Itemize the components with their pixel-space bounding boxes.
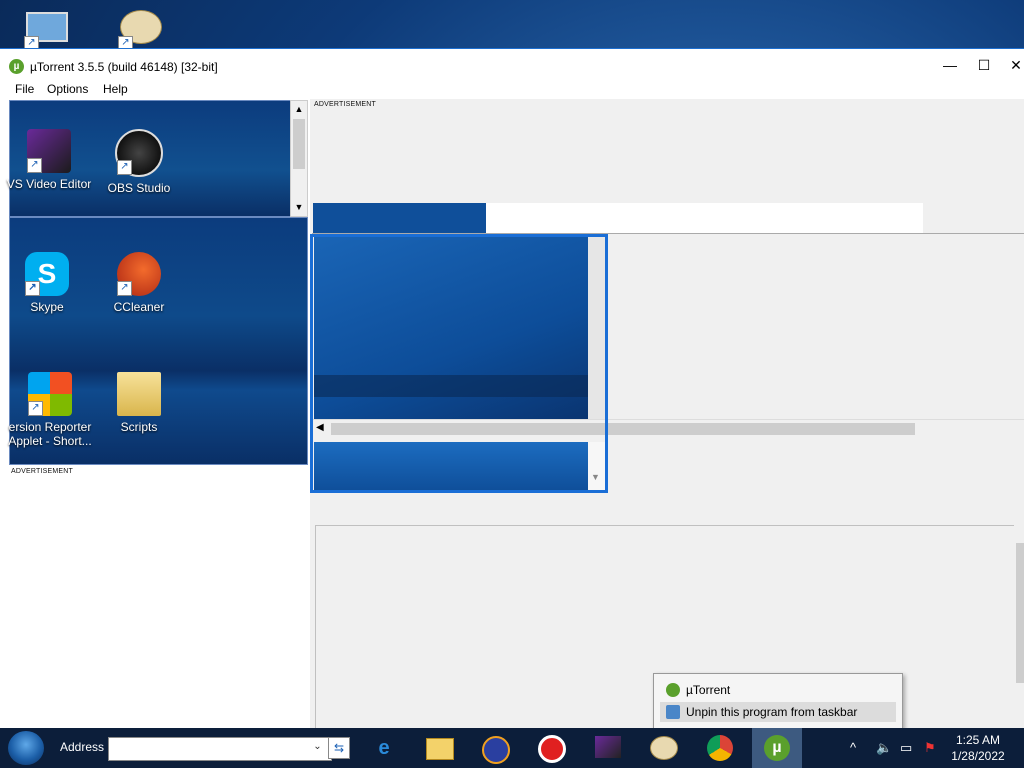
internet-explorer-icon[interactable]: e: [368, 732, 400, 764]
advertisement-label-left: ADVERTISEMENT: [11, 468, 73, 475]
address-input[interactable]: [108, 737, 332, 761]
volume-icon[interactable]: 🔈: [876, 740, 892, 756]
address-dropdown-icon[interactable]: ⌄: [309, 737, 326, 757]
utorrent-icon: µ: [9, 59, 24, 74]
desktop-icon-version-reporter[interactable]: ↗ ersion Reporter Applet - Short...: [2, 372, 98, 448]
details-scrollbar[interactable]: [1014, 525, 1024, 729]
windows-flag-icon: ↗: [28, 372, 72, 416]
ad-banner-blue: [313, 203, 486, 233]
desktop-icon-obs-studio[interactable]: ↗ OBS Studio: [96, 129, 182, 195]
desktop-icon-label: Scripts: [120, 420, 158, 434]
clock-time: 1:25 AM: [955, 733, 1001, 747]
tray-chevron-up-icon[interactable]: ^: [850, 740, 856, 755]
scroll-thumb[interactable]: [293, 119, 305, 169]
file-explorer-icon[interactable]: [424, 732, 456, 764]
start-button[interactable]: [8, 731, 44, 765]
ad-banner-white: [486, 203, 923, 233]
jumplist-title-label: µTorrent: [686, 683, 731, 697]
desktop-icon-vs-video-editor[interactable]: ↗ VS Video Editor: [6, 129, 92, 191]
ccleaner-icon: ↗: [117, 252, 161, 296]
unpin-icon: [666, 705, 680, 719]
desktop-icon-label: ersion Reporter Applet - Short...: [8, 420, 92, 448]
address-go-icon[interactable]: ⇆: [328, 737, 350, 759]
sidebar-pane: ↗ VS Video Editor ↗ OBS Studio: [6, 100, 291, 217]
taskbar: Address ⌄ ⇆ e µ ^ 🔈 ▭ ⚑ 1:25 AM 1/28/202…: [0, 728, 1024, 768]
advertisement-label-top: ADVERTISEMENT: [314, 101, 376, 108]
folder-icon: [117, 372, 161, 416]
desktop-reflection-pane: S ↗ Skype ↗ CCleaner ↗ ersion Reporter A…: [8, 217, 308, 465]
menu-help[interactable]: Help: [103, 82, 128, 96]
action-center-icon[interactable]: ⚑: [924, 740, 936, 756]
obs-icon: ↗: [115, 129, 163, 177]
taskbar-jump-list: µTorrent Unpin this program from taskbar: [653, 673, 903, 729]
video-editor-icon[interactable]: [592, 732, 624, 764]
app-icon[interactable]: [480, 732, 512, 764]
close-button[interactable]: ✕: [996, 53, 1024, 77]
window-title: µTorrent 3.5.5 (build 46148) [32-bit]: [30, 60, 218, 74]
desktop-icon-skype[interactable]: S ↗ Skype: [4, 252, 90, 314]
focus-border: [310, 234, 608, 493]
desktop-icon-label: CCleaner: [113, 300, 165, 314]
scroll-down-icon[interactable]: ▼: [293, 201, 305, 213]
clock-date: 1/28/2022: [951, 749, 1005, 763]
desktop-icon-label: VS Video Editor: [6, 177, 92, 191]
scroll-up-icon[interactable]: ▲: [293, 103, 305, 115]
address-toolbar-label: Address: [60, 740, 105, 754]
desktop-icon-label: OBS Studio: [107, 181, 171, 195]
system-clock[interactable]: 1:25 AM 1/28/2022: [936, 732, 1020, 764]
jumplist-open-utorrent[interactable]: µTorrent: [660, 680, 896, 700]
jumplist-unpin-item[interactable]: Unpin this program from taskbar: [660, 702, 896, 722]
jumplist-unpin-label: Unpin this program from taskbar: [686, 705, 858, 719]
utorrent-taskbar-icon[interactable]: µ: [752, 728, 802, 768]
sidebar-scrollbar[interactable]: ▲ ▼: [290, 100, 308, 217]
menu-options[interactable]: Options: [47, 82, 88, 96]
desktop-icon-label: Skype: [30, 300, 64, 314]
paint-icon[interactable]: [648, 732, 680, 764]
title-bar[interactable]: µ µTorrent 3.5.5 (build 46148) [32-bit] …: [0, 49, 1024, 79]
menu-bar: File Options Help: [0, 79, 1024, 99]
chrome-icon[interactable]: [704, 732, 736, 764]
desktop-icon-ccleaner[interactable]: ↗ CCleaner: [96, 252, 182, 314]
details-scroll-thumb[interactable]: [1016, 543, 1024, 683]
utorrent-icon: [666, 683, 680, 697]
skype-icon: S ↗: [25, 252, 69, 296]
desktop-icon-scripts[interactable]: Scripts: [96, 372, 182, 434]
film-icon: ↗: [27, 129, 71, 173]
network-icon[interactable]: ▭: [900, 740, 912, 756]
desktop-paint-icon[interactable]: ↗: [116, 8, 164, 51]
utorrent-window: µ µTorrent 3.5.5 (build 46148) [32-bit] …: [0, 48, 1024, 731]
desktop-computer-icon[interactable]: ↗: [22, 8, 70, 51]
record-icon[interactable]: [536, 732, 568, 764]
menu-file[interactable]: File: [15, 82, 34, 96]
